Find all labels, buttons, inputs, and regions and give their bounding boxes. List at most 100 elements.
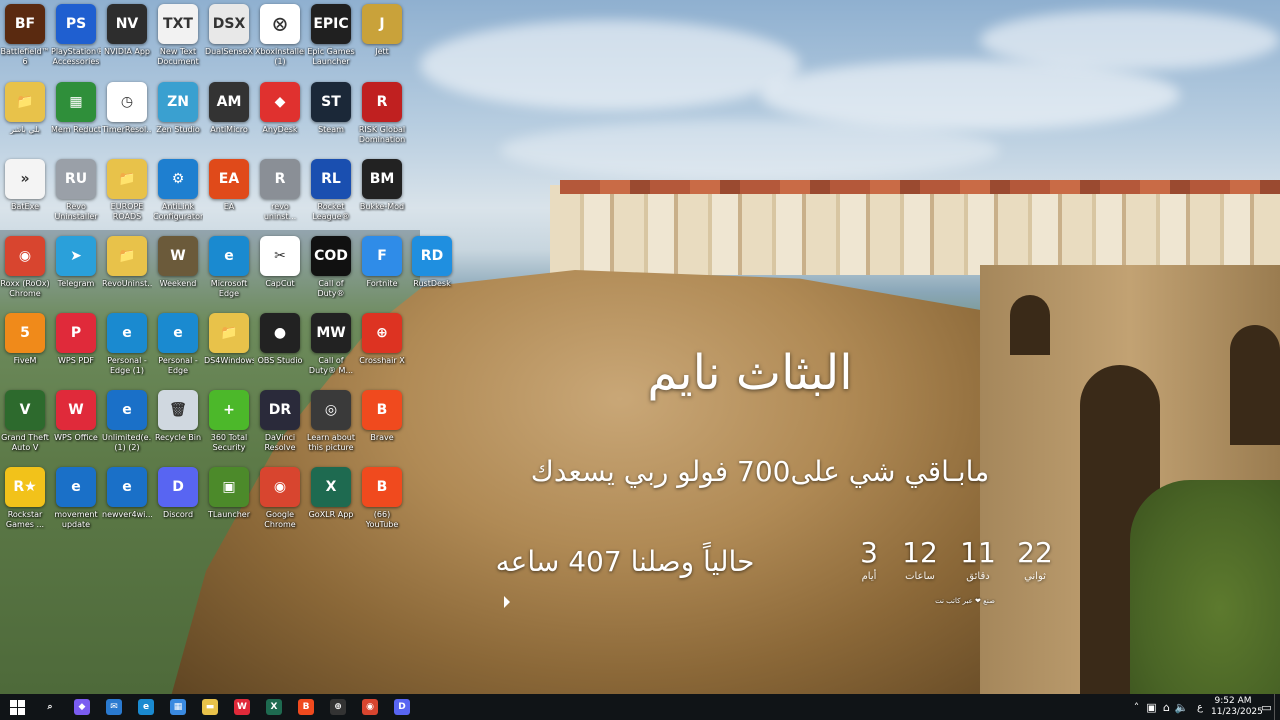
desktop-icon[interactable]: AM AntiMicro [204,78,254,154]
desktop-icon[interactable]: e movement update [51,463,101,539]
desktop-icon[interactable]: 📁 DS4Windows [204,309,254,385]
desktop-icon[interactable]: ◆ AnyDesk [255,78,305,154]
desktop-icon[interactable]: J Jett [357,0,407,76]
taskbar-button[interactable]: D [386,694,418,720]
discord-icon: D [394,699,410,715]
desktop-icon[interactable]: ◎ Learn about this picture [306,386,356,462]
desktop-icon-label: Crosshair X [359,356,405,365]
desktop-icon[interactable]: ST Steam [306,78,356,154]
desktop-icon[interactable]: R★ Rockstar Games ... [0,463,50,539]
language-indicator[interactable]: ع [1189,702,1211,713]
desktop-icon-label: DS4Windows [204,356,254,365]
desktop-icon[interactable]: COD Call of Duty® [306,232,356,308]
app-icon: F [362,236,402,276]
desktop-icon[interactable]: e Personal - Edge [153,309,203,385]
desktop-icon[interactable]: RL Rocket League® [306,155,356,231]
desktop-icon[interactable]: BF Battlefield™ 6 [0,0,50,76]
desktop-icon[interactable]: ◷ TimerResol... [102,78,152,154]
desktop-icon[interactable]: P WPS PDF [51,309,101,385]
start-button[interactable] [0,694,34,720]
taskbar: ⌕ ◆ ✉ e ▦ ▬ W X B ⊕ ◉ D ˄ ▣ ⌂ 🔈 ع 9:52 AM 11/23/202… [0,694,1280,720]
desktop-icon-label: revo uninst... [263,202,297,221]
desktop-icon[interactable]: B Brave [357,386,407,462]
app-icon: EPIC [311,4,351,44]
network-icon[interactable]: ⌂ [1159,701,1174,714]
desktop-icon[interactable]: 📁 RevoUninst... [102,232,152,308]
desktop-icon[interactable]: ● OBS Studio [255,309,305,385]
desktop-icon[interactable]: ◉ Google Chrome [255,463,305,539]
show-desktop-button[interactable] [1274,694,1280,720]
desktop-icon[interactable]: e Personal - Edge (1) [102,309,152,385]
volume-icon[interactable]: 🔈 [1174,701,1189,714]
desktop-icon-label: Grand Theft Auto V [1,433,49,452]
desktop-icon-label: AntiMicro [210,125,248,134]
desktop-icon-label: Fortnite [366,279,398,288]
desktop-icon[interactable]: +360 Total Security [204,386,254,462]
taskbar-button[interactable]: X [258,694,290,720]
desktop-icon[interactable]: e newver4wi... [102,463,152,539]
desktop-icon[interactable]: ZN Zen Studio [153,78,203,154]
desktop-icon[interactable]: PS PlayStation® Accessories [51,0,101,76]
desktop-icon[interactable]: 📁 EUROPE ROADS [102,155,152,231]
desktop-icon[interactable]: e Unlimited(e... (1) (2) [102,386,152,462]
taskbar-button[interactable]: ▬ [194,694,226,720]
desktop-icon[interactable]: ➤ Telegram [51,232,101,308]
desktop-icon[interactable]: ⚙ AntiLink Configurator [153,155,203,231]
taskbar-button[interactable]: ✉ [98,694,130,720]
system-tray: ˄ ▣ ⌂ 🔈 ع 9:52 AM 11/23/2025 ▭ [1129,694,1280,720]
desktop-icon[interactable]: W WPS Office [51,386,101,462]
notification-icon[interactable]: ▭ [1259,701,1274,714]
file-explorer-icon: ▬ [202,699,218,715]
desktop-icon[interactable]: F Fortnite [357,232,407,308]
desktop-icon[interactable]: W Weekend [153,232,203,308]
desktop-icon[interactable]: EPIC Epic Games Launcher [306,0,356,76]
widget-credit: صنع ❤ عبر كاتب نت [935,597,995,605]
desktop-icon[interactable]: ▦ Mem Reduct [51,78,101,154]
taskbar-button[interactable]: ▦ [162,694,194,720]
desktop-icon[interactable]: R RISK Global Domination [357,78,407,154]
tray-app-icon[interactable]: ▣ [1144,701,1159,714]
countdown-hours: 12 ساعات [895,535,945,583]
desktop-icon[interactable]: ◉ Roxx (RoOx) Chrome [0,232,50,308]
taskbar-button[interactable]: e [130,694,162,720]
desktop-icon[interactable]: EA EA [204,155,254,231]
taskbar-button[interactable]: ⊕ [322,694,354,720]
desktop-icon[interactable]: D Discord [153,463,203,539]
desktop-icon[interactable]: DSX DualSenseX [204,0,254,76]
desktop-icon[interactable]: 5 FiveM [0,309,50,385]
desktop-icon[interactable]: BM Bukke-Mod [357,155,407,231]
desktop-icon[interactable]: » BatExe [0,155,50,231]
desktop-icon[interactable]: NV NVIDIA App [102,0,152,76]
desktop-icon[interactable]: RD RustDesk [407,232,457,308]
desktop-icon[interactable]: e Microsoft Edge [204,232,254,308]
desktop-icon[interactable]: TXT New Text Document [153,0,203,76]
chrome-icon: ◉ [362,699,378,715]
desktop-icon[interactable]: DR DaVinci Resolve [255,386,305,462]
desktop-icon[interactable]: ⨂ XboxInstaller (1) [255,0,305,76]
taskbar-button[interactable]: ◉ [354,694,386,720]
clock[interactable]: 9:52 AM 11/23/2025 [1211,696,1263,718]
desktop-icon[interactable]: 🗑 Recycle Bin [153,386,203,462]
store-icon: ▦ [170,699,186,715]
widget-hours-line: حالياً وصلنا 407 ساعه [495,545,755,578]
desktop-icon-label: WPS Office [54,433,98,442]
app-icon: e [107,313,147,353]
taskbar-button[interactable]: W [226,694,258,720]
desktop-icon-label: Battlefield™ 6 [0,47,50,66]
taskbar-button[interactable]: B [290,694,322,720]
chevron-up-icon[interactable]: ˄ [1129,701,1144,714]
desktop-icon[interactable]: ⊕ Crosshair X [357,309,407,385]
desktop-icon[interactable]: X GoXLR App [306,463,356,539]
taskbar-button[interactable]: ◆ [66,694,98,720]
desktop-icon[interactable]: RU Revo Uninstaller [51,155,101,231]
desktop-icon[interactable]: Rrevo uninst... [255,155,305,231]
desktop-icon[interactable]: V Grand Theft Auto V [0,386,50,462]
app-icon: ◉ [260,467,300,507]
desktop-icon[interactable]: 📁 بلي باشر [0,78,50,154]
app-icon: 📁 [107,236,147,276]
desktop-icon[interactable]: ▣ TLauncher [204,463,254,539]
desktop-icon[interactable]: B (66) YouTube [357,463,407,539]
desktop-icon[interactable]: MW Call of Duty® M... [306,309,356,385]
taskbar-button[interactable]: ⌕ [34,694,66,720]
desktop-icon[interactable]: ✂ CapCut [255,232,305,308]
